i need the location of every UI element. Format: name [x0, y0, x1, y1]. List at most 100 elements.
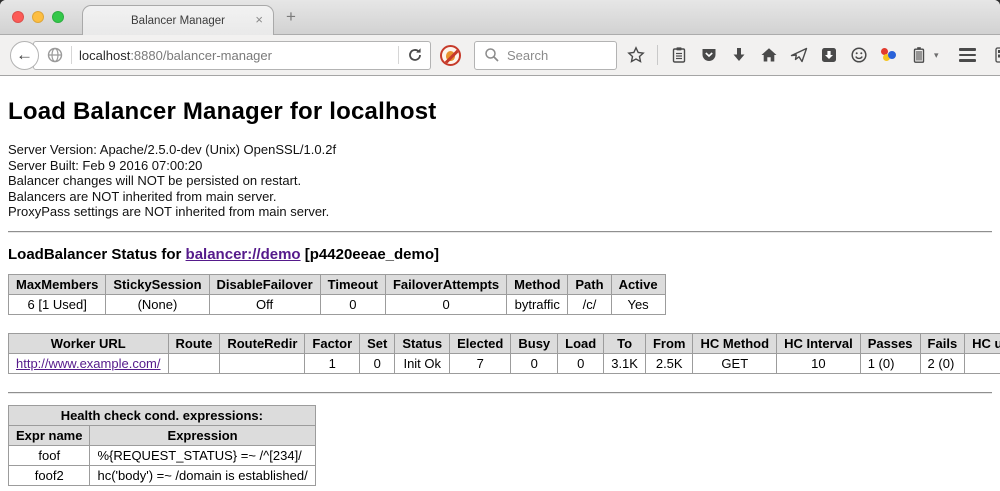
balancer-demo-link[interactable]: balancer://demo: [186, 246, 301, 263]
col-expr-name: Expr name: [9, 425, 90, 445]
table-header-row: Worker URL Route RouteRedir Factor Set S…: [9, 333, 1000, 353]
cell-active: Yes: [611, 294, 665, 314]
back-button[interactable]: ←: [10, 41, 39, 70]
col-factor: Factor: [305, 333, 360, 353]
col-failoverattempts: FailoverAttempts: [385, 274, 506, 294]
battery-extension-icon[interactable]: [910, 46, 928, 64]
cell-load: 0: [558, 353, 604, 373]
section-divider: [8, 231, 992, 233]
cell-expression-foof2: hc('body') =~ /domain is established/: [90, 465, 315, 485]
cell-stickysession: (None): [106, 294, 209, 314]
search-icon: [483, 46, 501, 64]
worker-url-link[interactable]: http://www.example.com/: [16, 356, 161, 371]
table-row: 6 [1 Used] (None) Off 0 0 bytraffic /c/ …: [9, 294, 666, 314]
browser-window: Balancer Manager × + ← localhost:8880/ba…: [0, 0, 1000, 491]
col-stickysession: StickySession: [106, 274, 209, 294]
health-table-title: Health check cond. expressions:: [9, 405, 316, 425]
col-path: Path: [568, 274, 611, 294]
close-window-button[interactable]: [12, 11, 24, 23]
url-text[interactable]: localhost:8880/balancer-manager: [79, 48, 272, 63]
downloads-icon[interactable]: [730, 46, 748, 64]
zoom-window-button[interactable]: [52, 11, 64, 23]
clipboard-icon[interactable]: [670, 46, 688, 64]
cell-hc-uri: [965, 353, 1000, 373]
cell-elected: 7: [450, 353, 511, 373]
cell-path: /c/: [568, 294, 611, 314]
table-row: http://www.example.com/ 1 0 Init Ok 7 0 …: [9, 353, 1000, 373]
section-divider: [8, 392, 992, 394]
col-maxmembers: MaxMembers: [9, 274, 106, 294]
new-tab-button[interactable]: +: [286, 7, 296, 27]
url-path: :8880/balancer-manager: [130, 48, 272, 63]
reload-icon[interactable]: [406, 46, 424, 64]
toolbar-divider: [657, 45, 658, 65]
plugin-blocked-icon[interactable]: [440, 45, 461, 66]
url-separator: [71, 46, 72, 64]
server-built-line: Server Built: Feb 9 2016 07:00:20: [8, 158, 992, 174]
colored-dots-extension-icon[interactable]: [880, 46, 898, 64]
cell-worker-url: http://www.example.com/: [9, 353, 169, 373]
menu-hamburger-icon[interactable]: [959, 48, 976, 62]
pocket-icon[interactable]: [700, 46, 718, 64]
server-info: Server Version: Apache/2.5.0-dev (Unix) …: [8, 142, 992, 220]
tab-balancer-manager[interactable]: Balancer Manager ×: [82, 5, 274, 35]
col-timeout: Timeout: [320, 274, 385, 294]
cell-status: Init Ok: [395, 353, 450, 373]
cell-set: 0: [360, 353, 395, 373]
cell-expression-foof: %{REQUEST_STATUS} =~ /^[234]/: [90, 445, 315, 465]
cell-timeout: 0: [320, 294, 385, 314]
cell-to: 3.1K: [604, 353, 646, 373]
send-plane-icon[interactable]: [790, 46, 808, 64]
table-header-row: Expr name Expression: [9, 425, 316, 445]
col-set: Set: [360, 333, 395, 353]
cell-hc-method: GET: [693, 353, 777, 373]
cell-busy: 0: [511, 353, 558, 373]
col-disablefailover: DisableFailover: [209, 274, 320, 294]
globe-icon: [46, 46, 64, 64]
status-heading-suffix: [p4420eeae_demo]: [301, 246, 439, 263]
chevron-down-icon[interactable]: ▾: [934, 50, 939, 61]
col-hc-uri: HC uri: [965, 333, 1000, 353]
minimize-window-button[interactable]: [32, 11, 44, 23]
cell-maxmembers: 6 [1 Used]: [9, 294, 106, 314]
notes-grid-icon[interactable]: [994, 46, 1000, 64]
table-row: foof2 hc('body') =~ /domain is establish…: [9, 465, 316, 485]
url-domain: localhost: [79, 48, 130, 63]
loadbalancer-status-heading: LoadBalancer Status for balancer://demo …: [8, 246, 992, 263]
balancer-inherit-note: Balancers are NOT inherited from main se…: [8, 189, 992, 205]
status-heading-prefix: LoadBalancer Status for: [8, 246, 186, 263]
cell-hc-interval: 10: [777, 353, 861, 373]
traffic-lights: [12, 11, 64, 23]
home-icon[interactable]: [760, 46, 778, 64]
col-load: Load: [558, 333, 604, 353]
col-fails: Fails: [920, 333, 965, 353]
tab-title: Balancer Manager: [131, 15, 225, 27]
col-worker-url: Worker URL: [9, 333, 169, 353]
search-bar[interactable]: [474, 41, 617, 70]
toolbar-icons: ▾: [627, 45, 1000, 65]
chat-smiley-icon[interactable]: [850, 46, 868, 64]
url-bar[interactable]: localhost:8880/balancer-manager: [33, 41, 431, 70]
search-input[interactable]: [507, 48, 597, 63]
cell-from: 2.5K: [645, 353, 693, 373]
col-busy: Busy: [511, 333, 558, 353]
tab-close-icon[interactable]: ×: [255, 13, 263, 27]
reload-separator: [398, 46, 399, 64]
table-header-row: MaxMembers StickySession DisableFailover…: [9, 274, 666, 294]
cell-expr-name-foof: foof: [9, 445, 90, 465]
cell-failoverattempts: 0: [385, 294, 506, 314]
cell-fails: 2 (0): [920, 353, 965, 373]
cell-factor: 1: [305, 353, 360, 373]
balancer-persist-note: Balancer changes will NOT be persisted o…: [8, 173, 992, 189]
bookmark-star-icon[interactable]: [627, 46, 645, 64]
col-to: To: [604, 333, 646, 353]
page-title: Load Balancer Manager for localhost: [8, 98, 992, 126]
table-title-row: Health check cond. expressions:: [9, 405, 316, 425]
server-version-line: Server Version: Apache/2.5.0-dev (Unix) …: [8, 142, 992, 158]
col-expression: Expression: [90, 425, 315, 445]
cell-disablefailover: Off: [209, 294, 320, 314]
video-download-icon[interactable]: [820, 46, 838, 64]
col-from: From: [645, 333, 693, 353]
col-active: Active: [611, 274, 665, 294]
col-routeredir: RouteRedir: [220, 333, 305, 353]
